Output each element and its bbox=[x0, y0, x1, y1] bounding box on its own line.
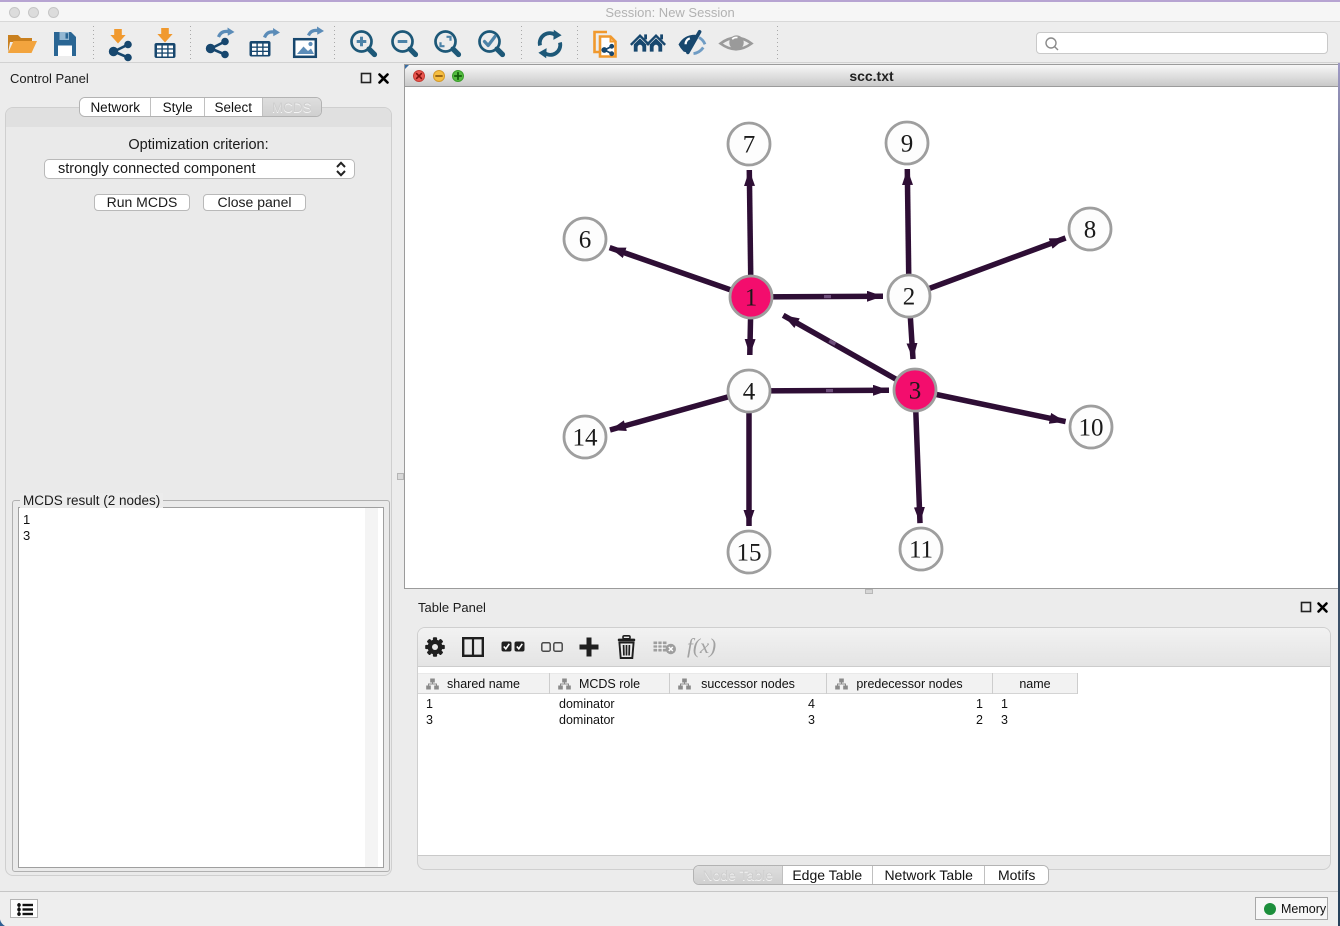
svg-text:2: 2 bbox=[903, 284, 916, 311]
svg-text:15: 15 bbox=[737, 540, 762, 567]
svg-text:4: 4 bbox=[743, 379, 756, 406]
svg-text:10: 10 bbox=[1079, 415, 1104, 442]
svg-text:14: 14 bbox=[573, 425, 599, 452]
svg-text:8: 8 bbox=[1084, 217, 1097, 244]
svg-text:1: 1 bbox=[745, 285, 758, 312]
svg-text:3: 3 bbox=[909, 378, 922, 405]
svg-text:9: 9 bbox=[901, 131, 914, 158]
svg-text:6: 6 bbox=[579, 227, 592, 254]
svg-text:11: 11 bbox=[909, 537, 933, 564]
svg-text:7: 7 bbox=[743, 132, 756, 159]
